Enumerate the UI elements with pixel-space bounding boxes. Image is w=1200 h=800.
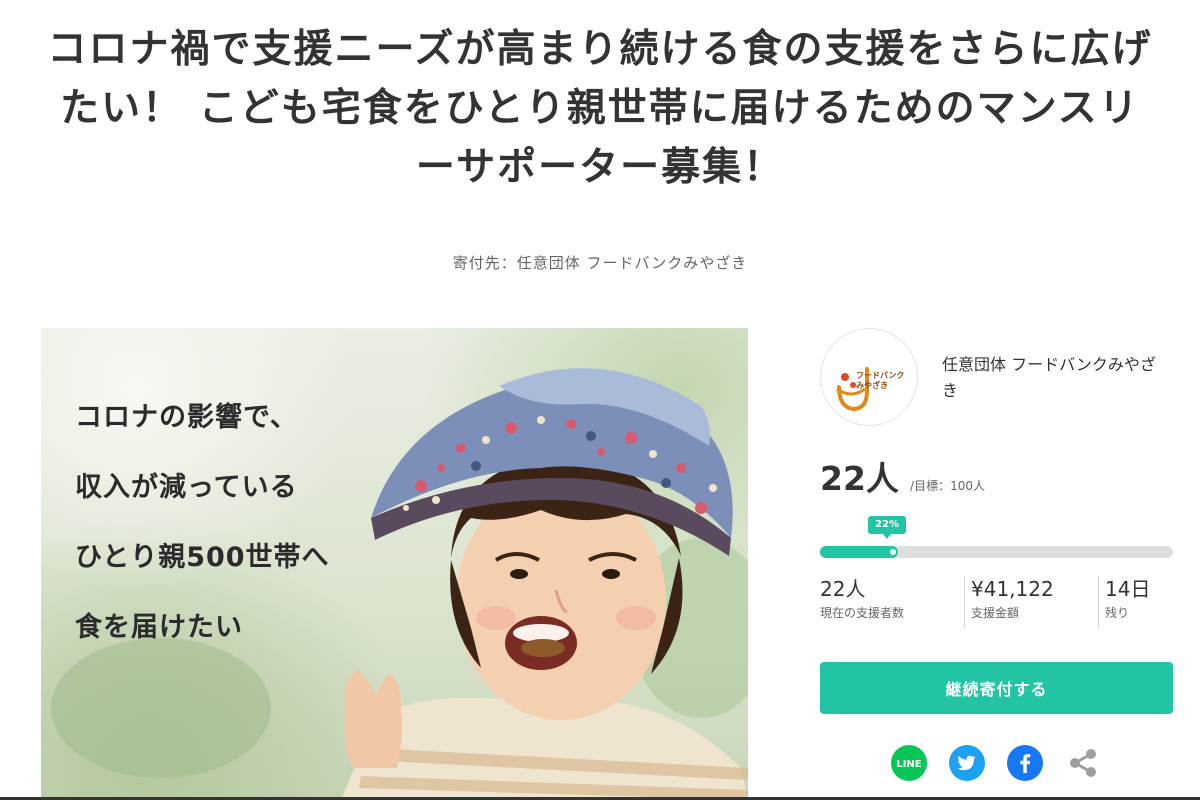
stat-days-label: 残り	[1105, 606, 1130, 620]
share-twitter-button[interactable]	[948, 744, 986, 782]
progress-bar	[820, 546, 1173, 558]
stat-amount: ¥41,122 支援金額	[964, 576, 1091, 628]
logo-text-line: みやざき	[856, 381, 888, 390]
hero-image: コロナの影響で、 収入が減っている ひとり親500世帯へ 食を届けたい	[41, 328, 748, 800]
progress-bar-fill	[820, 546, 898, 558]
organization-name[interactable]: 任意団体 フードバンクみやざき	[942, 352, 1167, 404]
stat-amount-value: ¥41,122	[971, 577, 1054, 601]
hero-line: 食を届けたい	[75, 612, 243, 643]
logo-text-line: フードバンク	[856, 371, 905, 380]
stats-row: 22人 現在の支援者数 ¥41,122 支援金額 14日 残り	[820, 576, 1180, 628]
progress-bar-marker	[889, 549, 896, 555]
line-icon: LINE	[891, 745, 927, 781]
share-facebook-button[interactable]	[1006, 744, 1044, 782]
stat-amount-label: 支援金額	[971, 606, 1020, 620]
progress-percent-badge: 22%	[868, 516, 906, 539]
supporter-goal: /目標：100人	[910, 479, 985, 493]
organization-logo[interactable]: フードバンク みやざき	[820, 328, 918, 426]
line-icon-label: LINE	[896, 759, 921, 770]
supporter-summary: 22人 /目標：100人	[820, 452, 985, 500]
organization-logo-text: フードバンク みやざき	[856, 371, 904, 391]
supporter-count-large: 22人	[820, 459, 899, 498]
monthly-donate-button[interactable]: 継続寄付する	[820, 662, 1173, 714]
share-icon	[1070, 749, 1096, 777]
hero-line: コロナの影響で、	[75, 402, 298, 433]
donation-recipient: 寄付先：任意団体 フードバンクみやざき	[452, 254, 748, 272]
stat-supporters-label: 現在の支援者数	[820, 606, 905, 620]
organization-card: フードバンク みやざき 任意団体 フードバンクみやざき	[820, 326, 1180, 430]
stat-days-value: 14日	[1105, 577, 1151, 601]
twitter-icon	[949, 745, 985, 781]
stat-supporters-value: 22人	[820, 577, 866, 601]
hero-line: ひとり親500世帯へ	[75, 542, 330, 573]
share-more-button[interactable]	[1064, 744, 1102, 782]
hero-message: コロナの影響で、 収入が減っている ひとり親500世帯へ 食を届けたい	[75, 394, 330, 674]
stat-supporters: 22人 現在の支援者数	[820, 576, 960, 628]
share-line-button[interactable]: LINE	[890, 744, 928, 782]
stat-days: 14日 残り	[1098, 576, 1175, 628]
hero-line: 収入が減っている	[75, 472, 298, 503]
facebook-icon	[1007, 745, 1043, 781]
project-title: コロナ禍で支援ニーズが高まり続ける食の支援をさらに広げたい！ こども宅食をひとり…	[47, 27, 1153, 190]
